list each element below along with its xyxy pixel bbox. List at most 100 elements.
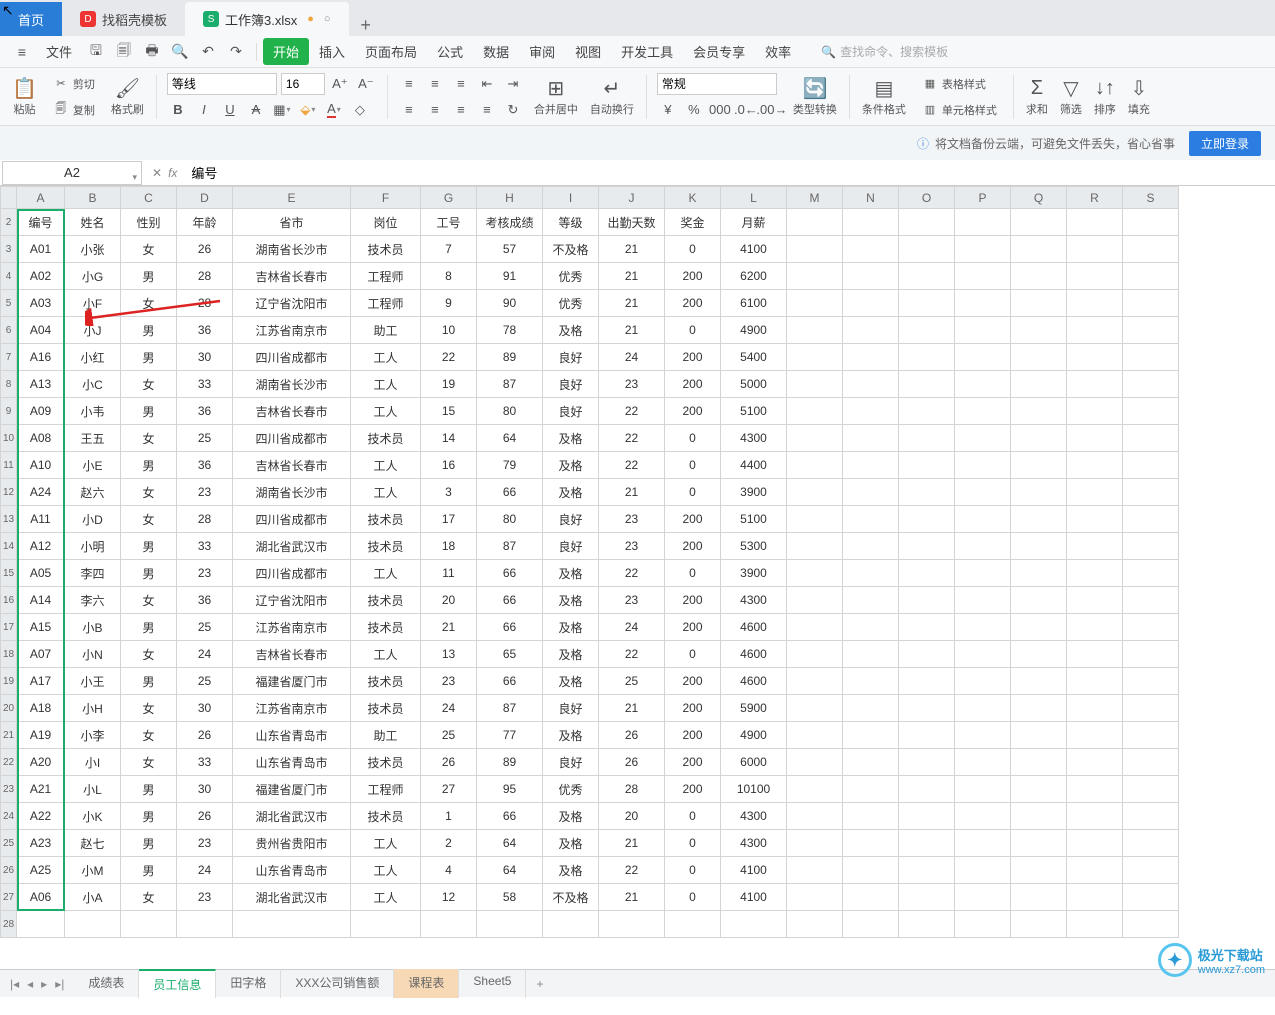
cell[interactable]: 山东省青岛市 [233,857,351,884]
cell[interactable]: 24 [177,857,233,884]
cell[interactable]: 23 [599,371,665,398]
saveas-icon[interactable]: 🗐 [113,41,135,63]
cell[interactable]: A12 [17,533,65,560]
cell[interactable]: 200 [665,722,721,749]
cell[interactable]: 4100 [721,857,787,884]
row-header-18[interactable]: 18 [1,641,17,668]
header-cell[interactable]: 考核成绩 [477,209,543,236]
cell[interactable]: 工人 [351,398,421,425]
cell[interactable]: 6100 [721,290,787,317]
cell[interactable]: 200 [665,749,721,776]
cell[interactable]: 21 [599,263,665,290]
cell[interactable]: 及格 [543,425,599,452]
col-header-O[interactable]: O [899,187,955,209]
cell[interactable]: 四川省成都市 [233,425,351,452]
cell[interactable]: 及格 [543,317,599,344]
cell[interactable]: A10 [17,452,65,479]
cell[interactable]: 小M [65,857,121,884]
cell[interactable]: 工人 [351,560,421,587]
align-top-icon[interactable]: ≡ [398,73,420,95]
table-style-button[interactable]: ▦表格样式 [916,73,1003,95]
cell[interactable]: 男 [121,317,177,344]
row-header-15[interactable]: 15 [1,560,17,587]
bold-icon[interactable]: B [167,99,189,121]
cell[interactable]: 4300 [721,425,787,452]
cell[interactable]: 5300 [721,533,787,560]
cell[interactable]: 技术员 [351,749,421,776]
col-header-A[interactable]: A [17,187,65,209]
cell[interactable]: A09 [17,398,65,425]
fill-color-icon[interactable]: ⬙▾ [297,99,319,121]
cell[interactable]: 200 [665,506,721,533]
col-header-C[interactable]: C [121,187,177,209]
cell[interactable]: 10 [421,317,477,344]
cell[interactable]: A14 [17,587,65,614]
menu-效率[interactable]: 效率 [755,38,801,65]
cell[interactable]: 工人 [351,344,421,371]
cell[interactable]: 技术员 [351,668,421,695]
cell[interactable]: 66 [477,803,543,830]
cell[interactable]: 技术员 [351,506,421,533]
cell[interactable]: A22 [17,803,65,830]
name-box[interactable]: A2▾ [2,161,142,185]
cell[interactable]: 66 [477,479,543,506]
cell[interactable]: 优秀 [543,263,599,290]
cell[interactable]: 及格 [543,614,599,641]
orientation-icon[interactable]: ↻ [502,99,524,121]
cell[interactable]: 江苏省南京市 [233,695,351,722]
col-header-E[interactable]: E [233,187,351,209]
cell[interactable]: 22 [599,857,665,884]
cancel-icon[interactable]: ✕ [152,166,162,180]
cell[interactable]: A11 [17,506,65,533]
cell[interactable]: 200 [665,398,721,425]
cell[interactable]: 5100 [721,398,787,425]
decrease-font-icon[interactable]: A⁻ [355,73,377,95]
cell[interactable]: 200 [665,344,721,371]
wrap-button[interactable]: ↵自动换行 [584,75,640,119]
cell[interactable]: 江苏省南京市 [233,614,351,641]
cell[interactable]: 湖南省长沙市 [233,236,351,263]
cell[interactable]: 66 [477,587,543,614]
cell[interactable]: 26 [177,236,233,263]
cell[interactable]: 36 [177,317,233,344]
cell[interactable]: 小I [65,749,121,776]
cut-button[interactable]: ✂剪切 [47,73,101,95]
cell[interactable]: 24 [421,695,477,722]
dec-dec-icon[interactable]: .00→ [761,99,783,121]
cell[interactable]: 200 [665,668,721,695]
cell[interactable]: 28 [599,776,665,803]
cell[interactable]: 6000 [721,749,787,776]
cell[interactable]: 28 [177,290,233,317]
cell[interactable]: 30 [177,695,233,722]
cell[interactable]: 22 [421,344,477,371]
cell[interactable]: 良好 [543,344,599,371]
cell[interactable]: 4300 [721,803,787,830]
increase-font-icon[interactable]: A⁺ [329,73,351,95]
cell[interactable]: 23 [599,506,665,533]
cell[interactable]: 工人 [351,857,421,884]
col-header-I[interactable]: I [543,187,599,209]
font-color-icon[interactable]: A▾ [323,99,345,121]
header-cell[interactable]: 省市 [233,209,351,236]
cell[interactable]: 10100 [721,776,787,803]
indent-inc-icon[interactable]: ⇥ [502,73,524,95]
cell[interactable]: 19 [421,371,477,398]
cell[interactable]: 良好 [543,398,599,425]
cell[interactable]: 36 [177,452,233,479]
cell[interactable]: 湖北省武汉市 [233,803,351,830]
align-justify-icon[interactable]: ≡ [476,99,498,121]
formula-input[interactable] [185,161,1275,185]
cell[interactable]: 33 [177,371,233,398]
search-command[interactable]: 🔍 查找命令、搜索模板 [821,43,948,60]
cell[interactable]: A20 [17,749,65,776]
cell[interactable]: 0 [665,452,721,479]
menu-hamburger-icon[interactable]: ≡ [11,41,33,63]
cell[interactable]: 技术员 [351,695,421,722]
cell[interactable]: 及格 [543,803,599,830]
cell[interactable]: 赵六 [65,479,121,506]
cell[interactable]: 及格 [543,479,599,506]
cond-format-button[interactable]: ▤条件格式 [856,75,912,119]
cell[interactable]: 山东省青岛市 [233,722,351,749]
cell[interactable]: 4900 [721,722,787,749]
cell[interactable]: 3900 [721,560,787,587]
